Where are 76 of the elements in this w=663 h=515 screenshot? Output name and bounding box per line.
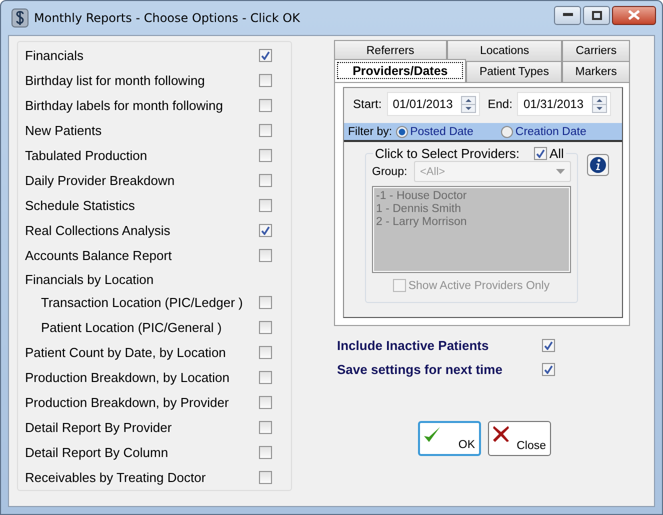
setting-checkbox[interactable] xyxy=(542,338,555,352)
x-icon xyxy=(492,425,510,443)
info-icon[interactable] xyxy=(587,154,609,176)
app-icon xyxy=(11,8,29,28)
filter-label: Filter by: xyxy=(348,126,392,138)
close-button[interactable] xyxy=(612,6,656,24)
end-label: End: xyxy=(488,97,512,111)
report-checkbox[interactable] xyxy=(259,346,272,359)
tab[interactable]: Locations xyxy=(446,40,562,61)
tab[interactable]: Markers xyxy=(562,61,630,82)
maximize-icon xyxy=(592,10,602,20)
report-label: Patient Location (PIC/General ) xyxy=(41,320,223,335)
start-label: Start: xyxy=(353,97,382,111)
end-date-field[interactable]: 01/31/2013 xyxy=(517,92,610,116)
radio-icon[interactable] xyxy=(396,126,408,138)
report-label: Financials by Location xyxy=(25,272,155,286)
report-checkbox[interactable] xyxy=(259,321,272,334)
active-only-label: Show Active Providers Only xyxy=(408,280,550,292)
radio-icon[interactable] xyxy=(501,126,514,138)
report-checkbox[interactable] xyxy=(259,471,272,484)
report-label: Detail Report By Column xyxy=(25,445,170,460)
close-button[interactable]: Close xyxy=(488,421,551,456)
report-label: Financials xyxy=(25,48,85,63)
report-checkbox[interactable] xyxy=(259,99,272,112)
group-title: Click to Select Providers: xyxy=(375,146,520,161)
report-checkbox[interactable] xyxy=(259,224,272,237)
report-checkbox[interactable] xyxy=(259,124,272,137)
report-checkbox[interactable] xyxy=(259,74,272,87)
report-label: Production Breakdown, by Location xyxy=(25,370,231,385)
ok-button[interactable]: OK xyxy=(418,421,481,456)
all-label: All xyxy=(550,146,564,161)
all-checkbox[interactable] xyxy=(534,147,546,160)
report-label: Birthday labels for month following xyxy=(25,98,224,113)
maximize-button[interactable] xyxy=(583,6,610,24)
report-checkbox[interactable] xyxy=(259,396,272,409)
report-checkbox[interactable] xyxy=(259,174,272,187)
minimize-icon xyxy=(562,13,572,17)
report-label: Tabulated Production xyxy=(25,148,148,163)
minimize-button[interactable] xyxy=(554,6,581,24)
report-label: Detail Report By Provider xyxy=(25,420,173,435)
report-checkbox[interactable] xyxy=(259,446,272,459)
tab[interactable]: Carriers xyxy=(562,40,630,61)
report-checkbox[interactable] xyxy=(259,49,272,62)
report-label: Patient Count by Date, by Location xyxy=(25,345,227,360)
report-checkbox[interactable] xyxy=(259,371,272,384)
active-only-checkbox[interactable] xyxy=(393,279,406,292)
setting-label: Save settings for next time xyxy=(337,362,504,376)
report-checkbox[interactable] xyxy=(259,249,272,262)
spinner-icon[interactable] xyxy=(592,96,606,112)
report-label: Transaction Location (PIC/Ledger ) xyxy=(41,295,244,310)
tab[interactable]: Providers/Dates xyxy=(334,59,466,82)
close-icon xyxy=(628,10,640,20)
report-checkbox[interactable] xyxy=(259,421,272,434)
report-label: Daily Provider Breakdown xyxy=(25,173,176,188)
setting-label: Include Inactive Patients xyxy=(337,338,490,352)
group-label: Group: xyxy=(372,166,408,178)
checkmark-icon xyxy=(423,426,441,444)
report-label: New Patients xyxy=(25,123,103,138)
tab[interactable]: Patient Types xyxy=(466,61,562,82)
radio-option[interactable]: Posted Date xyxy=(396,126,474,138)
start-date-field[interactable]: 01/01/2013 xyxy=(386,92,480,116)
report-label: Accounts Balance Report xyxy=(25,248,173,263)
report-checkbox[interactable] xyxy=(259,296,272,309)
setting-checkbox[interactable] xyxy=(542,362,555,376)
spinner-icon[interactable] xyxy=(460,96,476,112)
report-label: Receivables by Treating Doctor xyxy=(25,470,207,485)
report-label: Schedule Statistics xyxy=(25,198,136,213)
report-label: Real Collections Analysis xyxy=(25,223,172,238)
window-title: Monthly Reports - Choose Options - Click OK xyxy=(34,11,300,25)
tab[interactable]: Referrers xyxy=(334,40,447,61)
report-checkbox[interactable] xyxy=(259,199,272,212)
radio-option[interactable]: Creation Date xyxy=(501,126,586,138)
dropdown-arrow-icon[interactable] xyxy=(556,169,565,174)
report-label: Production Breakdown, by Provider xyxy=(25,395,230,410)
report-checkbox[interactable] xyxy=(259,149,272,162)
report-label: Birthday list for month following xyxy=(25,73,206,88)
